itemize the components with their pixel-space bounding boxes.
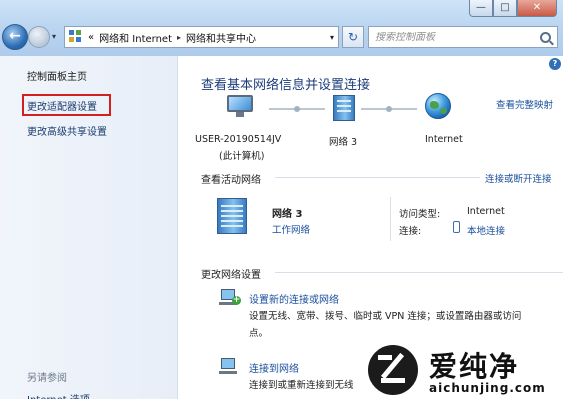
refresh-button[interactable]: ↻ xyxy=(342,26,364,48)
change-advanced-sharing-link[interactable]: 更改高级共享设置 xyxy=(27,123,107,138)
network-location-type-link[interactable]: 工作网络 xyxy=(272,222,310,236)
control-panel-icon xyxy=(69,30,83,44)
title-bar: — □ ✕ ← → ▾ « 网络和 Internet ▸ 网络和共享中心 ▾ ↻ xyxy=(0,0,563,56)
access-type-label: 访问类型: xyxy=(399,209,441,220)
watermark-url: aichunjing.com xyxy=(429,381,546,395)
search-icon[interactable] xyxy=(540,31,551,43)
help-icon[interactable]: ? xyxy=(549,58,561,70)
connections-label: 连接: xyxy=(399,226,422,237)
watermark-brand-name: 爱纯净 xyxy=(429,350,520,383)
active-network-name: 网络 3 xyxy=(272,209,303,220)
map-connector-dot xyxy=(386,106,392,112)
close-button[interactable]: ✕ xyxy=(517,0,557,17)
internet-options-link[interactable]: Internet 选项 xyxy=(27,391,90,399)
page-title: 查看基本网络信息并设置连接 xyxy=(201,78,371,93)
watermark: 爱纯净 aichunjing.com xyxy=(365,343,563,399)
connect-to-network-link[interactable]: 连接到网络 xyxy=(249,360,299,375)
setup-new-connection-link[interactable]: 设置新的连接或网络 xyxy=(249,291,339,306)
change-settings-heading: 更改网络设置 xyxy=(201,270,261,281)
address-dropdown-icon[interactable]: ▾ xyxy=(330,33,334,42)
map-connector-dot xyxy=(294,106,300,112)
search-box[interactable] xyxy=(368,26,558,48)
connect-disconnect-link[interactable]: 连接或断开连接 xyxy=(485,171,552,185)
setup-new-connection-description-cont: 点。 xyxy=(249,328,269,339)
breadcrumb-overflow[interactable]: « xyxy=(88,32,94,43)
brand-logo-icon xyxy=(368,345,418,395)
computer-icon xyxy=(227,95,253,117)
recent-pages-dropdown[interactable]: ▾ xyxy=(52,32,56,41)
breadcrumb-network-internet[interactable]: 网络和 Internet xyxy=(99,30,172,45)
forward-button[interactable]: → xyxy=(28,26,50,48)
map-internet-label: Internet xyxy=(425,134,463,145)
network-building-icon xyxy=(333,95,355,121)
active-network-icon xyxy=(217,198,247,234)
see-also-heading: 另请参阅 xyxy=(27,373,67,384)
breadcrumb-separator-icon[interactable]: ▸ xyxy=(177,33,181,42)
back-button[interactable]: ← xyxy=(2,24,28,50)
maximize-button[interactable]: □ xyxy=(493,0,517,17)
section-divider xyxy=(275,177,480,178)
internet-globe-icon xyxy=(425,93,451,119)
control-panel-home-link[interactable]: 控制面板主页 xyxy=(27,68,87,83)
section-divider xyxy=(275,272,563,273)
local-connection-link[interactable]: 本地连接 xyxy=(467,223,505,237)
active-networks-heading: 查看活动网络 xyxy=(201,175,261,186)
minimize-button[interactable]: — xyxy=(469,0,493,17)
search-input[interactable] xyxy=(375,31,535,43)
computer-note: (此计算机) xyxy=(219,151,265,162)
access-type-value: Internet xyxy=(467,206,505,217)
connect-to-network-icon xyxy=(219,358,241,376)
view-full-map-link[interactable]: 查看完整映射 xyxy=(496,97,553,111)
change-adapter-settings-link[interactable]: 更改适配器设置 xyxy=(27,98,97,113)
setup-new-connection-description: 设置无线、宽带、拨号、临时或 VPN 连接；或设置路由器或访问 xyxy=(249,311,522,322)
window-controls: — □ ✕ xyxy=(469,0,557,17)
ethernet-plug-icon xyxy=(453,221,460,233)
address-bar[interactable]: « 网络和 Internet ▸ 网络和共享中心 ▾ xyxy=(64,26,339,48)
new-connection-icon: + xyxy=(219,289,241,307)
map-network-name: 网络 3 xyxy=(329,137,358,148)
left-task-pane: 控制面板主页 更改适配器设置 更改高级共享设置 另请参阅 Internet 选项 xyxy=(0,56,178,399)
breadcrumb-network-sharing-center[interactable]: 网络和共享中心 xyxy=(186,30,256,45)
vertical-divider xyxy=(390,197,391,241)
navigation-bar: ← → ▾ « 网络和 Internet ▸ 网络和共享中心 ▾ ↻ xyxy=(0,24,563,50)
connect-to-network-description: 连接到或重新连接到无线 xyxy=(249,380,354,391)
computer-name: USER-20190514JV xyxy=(195,134,282,145)
